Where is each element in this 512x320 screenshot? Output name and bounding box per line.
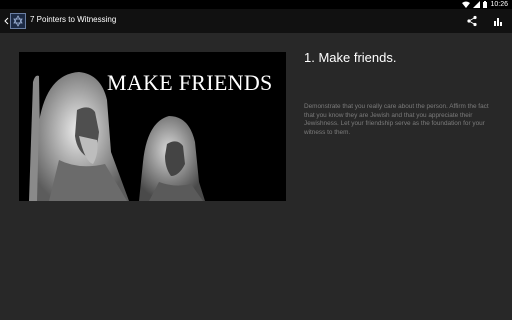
hero-title: MAKE FRIENDS: [107, 70, 273, 95]
share-icon[interactable]: [466, 15, 478, 27]
hero-image: MAKE FRIENDS: [19, 52, 286, 201]
app-icon[interactable]: [10, 13, 26, 29]
status-time: 10:26: [490, 1, 508, 8]
point-heading: 1. Make friends.: [304, 50, 397, 65]
point-body: Demonstrate that you really care about t…: [304, 103, 489, 136]
cellular-signal-icon: [473, 1, 481, 8]
bar-chart-icon[interactable]: [492, 15, 504, 27]
status-icons: 10:26: [462, 0, 508, 9]
action-bar: 7 Pointers to Witnessing: [0, 9, 512, 33]
wifi-icon: [462, 1, 471, 8]
battery-icon: [483, 1, 488, 8]
status-bar: 10:26: [0, 0, 512, 9]
page-title: 7 Pointers to Witnessing: [30, 15, 117, 24]
star-of-david-icon: [13, 15, 23, 27]
